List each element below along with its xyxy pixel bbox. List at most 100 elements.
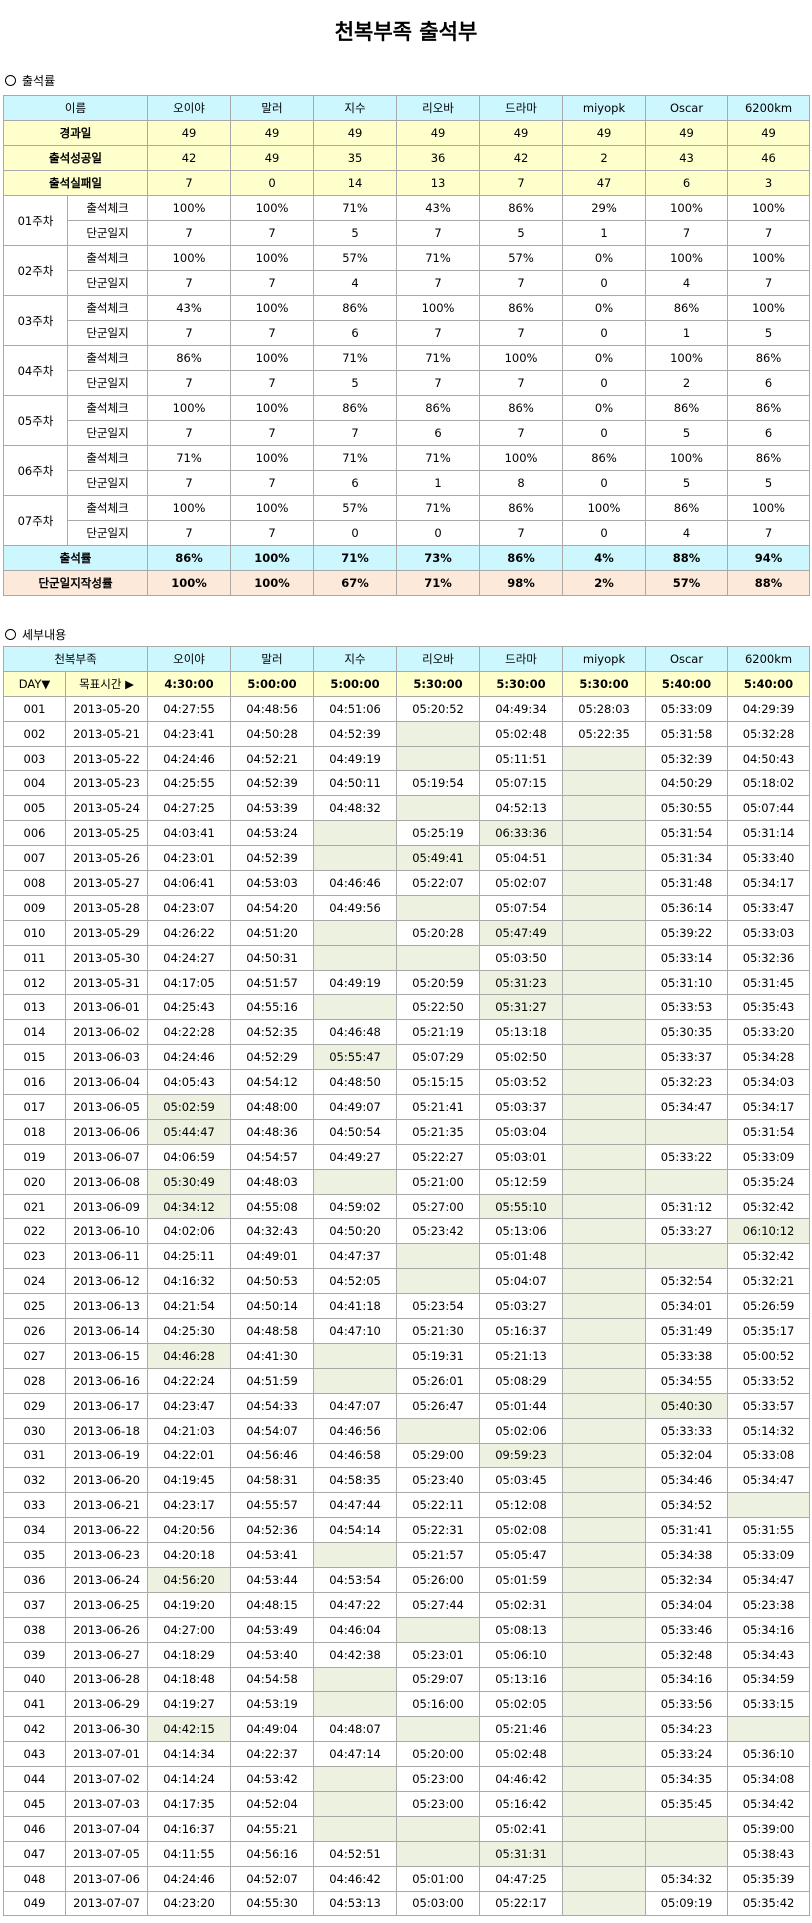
detail-row: 021 2013-06-09 04:34:12 04:55:08 04:59:02 05:… xyxy=(3,1193,811,1220)
diary-cell: 1 xyxy=(562,220,647,246)
day-number: 003 xyxy=(3,745,66,772)
summary-stat-row: 경과일 49 49 49 49 49 49 49 49 xyxy=(2,120,811,146)
time-cell: 05:31:45 xyxy=(727,969,811,996)
time-cell: 04:49:04 xyxy=(230,1716,315,1743)
week-diary-row: 단군일지 7 7 0 0 7 0 4 7 xyxy=(4,520,811,546)
time-cell: 05:32:34 xyxy=(645,1566,729,1593)
time-cell xyxy=(562,944,647,971)
time-cell: 04:55:08 xyxy=(230,1193,315,1220)
time-cell xyxy=(562,1367,647,1394)
time-cell xyxy=(562,894,647,921)
detail-row: 048 2013-07-06 04:24:46 04:52:07 04:46:42 05:… xyxy=(3,1865,811,1892)
time-cell: 04:24:46 xyxy=(147,1865,232,1892)
time-cell: 05:34:16 xyxy=(645,1666,729,1693)
target-time-cell: 5:40:00 xyxy=(645,670,729,697)
member-header: 리오바 xyxy=(396,646,481,672)
diary-cell: 5 xyxy=(313,220,398,246)
time-cell: 04:52:21 xyxy=(230,745,315,772)
detail-row: 015 2013-06-03 04:24:46 04:52:29 05:55:47 05:… xyxy=(3,1044,811,1071)
time-cell xyxy=(562,969,647,996)
diary-cell: 7 xyxy=(147,220,232,246)
time-cell: 05:33:52 xyxy=(727,1367,811,1394)
time-cell: 05:32:54 xyxy=(645,1268,729,1295)
time-cell: 05:34:23 xyxy=(645,1716,729,1743)
time-cell: 05:28:03 xyxy=(562,695,647,722)
time-cell: 04:50:53 xyxy=(230,1268,315,1295)
date-cell: 2013-06-30 xyxy=(64,1716,149,1743)
diary-cell: 7 xyxy=(645,220,729,246)
date-cell: 2013-05-30 xyxy=(64,944,149,971)
date-cell: 2013-06-18 xyxy=(64,1417,149,1444)
date-cell: 2013-06-07 xyxy=(64,1143,149,1170)
time-cell: 05:22:50 xyxy=(396,994,481,1021)
date-cell: 2013-06-08 xyxy=(64,1168,149,1195)
date-cell: 2013-06-12 xyxy=(64,1268,149,1295)
detail-row: 019 2013-06-07 04:06:59 04:54:57 04:49:27 05:… xyxy=(3,1143,811,1170)
time-cell: 05:31:10 xyxy=(645,969,729,996)
time-cell: 05:18:02 xyxy=(727,770,811,797)
time-cell: 05:03:00 xyxy=(396,1890,481,1917)
time-cell: 04:58:31 xyxy=(230,1467,315,1494)
time-cell: 05:34:47 xyxy=(727,1566,811,1593)
check-cell: 100% xyxy=(147,245,232,271)
week-diary-row: 단군일지 7 7 4 7 7 0 4 7 xyxy=(4,270,811,296)
check-cell: 100% xyxy=(727,245,811,271)
time-cell: 04:25:30 xyxy=(147,1318,232,1344)
week-label: 07주차 xyxy=(3,495,68,546)
diary-cell: 7 xyxy=(479,520,564,546)
time-cell: 05:02:06 xyxy=(479,1417,564,1444)
time-cell: 05:11:51 xyxy=(479,745,564,772)
time-cell: 05:33:38 xyxy=(645,1342,729,1369)
time-cell xyxy=(562,1218,647,1245)
time-cell: 04:22:28 xyxy=(147,1019,232,1046)
completion-cell: 71% xyxy=(396,570,481,596)
date-cell: 2013-06-29 xyxy=(64,1691,149,1718)
week-check-row: 03주차 출석체크 43% 100% 86% 100% 86% 0% 86% 100% xyxy=(3,295,811,346)
time-cell: 04:02:06 xyxy=(147,1218,232,1245)
day-number: 011 xyxy=(3,944,66,971)
date-cell: 2013-05-22 xyxy=(64,745,149,772)
time-cell: 05:33:14 xyxy=(645,944,729,971)
diary-label: 단군일지 xyxy=(66,270,149,296)
stat-label: 경과일 xyxy=(2,120,149,146)
diary-cell: 7 xyxy=(727,520,811,546)
rate-cell: 73% xyxy=(396,545,481,571)
week-check-row: 07주차 출석체크 100% 100% 57% 71% 86% 100% 86% 100% xyxy=(3,495,811,546)
time-cell: 04:50:31 xyxy=(230,944,315,971)
time-cell: 04:46:42 xyxy=(313,1865,398,1892)
detail-row: 030 2013-06-18 04:21:03 04:54:07 04:46:56 05:… xyxy=(3,1417,811,1444)
time-cell: 05:34:52 xyxy=(645,1492,729,1519)
time-cell: 04:47:37 xyxy=(313,1243,398,1270)
time-cell: 05:33:09 xyxy=(645,695,729,722)
time-cell xyxy=(562,994,647,1021)
date-cell: 2013-05-31 xyxy=(64,969,149,996)
time-cell: 04:50:11 xyxy=(313,770,398,797)
time-cell: 04:27:55 xyxy=(147,695,232,722)
time-cell: 05:36:10 xyxy=(727,1741,811,1768)
time-cell: 04:24:46 xyxy=(147,1044,232,1071)
date-cell: 2013-06-06 xyxy=(64,1118,149,1145)
check-label: 출석체크 xyxy=(66,245,149,271)
time-cell: 05:21:46 xyxy=(479,1716,564,1743)
time-cell: 04:52:13 xyxy=(479,795,564,822)
diary-cell: 5 xyxy=(645,470,729,496)
check-cell: 100% xyxy=(479,345,564,371)
time-cell: 04:50:20 xyxy=(313,1218,398,1245)
time-cell: 05:34:17 xyxy=(727,1094,811,1120)
detail-row: 004 2013-05-23 04:25:55 04:52:39 04:50:11 05:… xyxy=(3,770,811,797)
day-number: 031 xyxy=(3,1442,66,1469)
diary-cell: 0 xyxy=(396,520,481,546)
detail-table: 천복부족 오이야 말러 지수 리오바 드라마 miyopk Oscar 6200km DAY▼ 목표… xyxy=(2,646,811,1917)
time-cell xyxy=(396,720,481,747)
stat-cell: 14 xyxy=(313,170,398,196)
member-header: 말러 xyxy=(230,95,315,121)
time-cell: 05:12:08 xyxy=(479,1492,564,1519)
day-number: 013 xyxy=(3,994,66,1021)
time-cell: 04:50:28 xyxy=(230,720,315,747)
time-cell: 05:31:27 xyxy=(479,994,564,1021)
time-cell xyxy=(562,1815,647,1842)
day-number: 024 xyxy=(3,1268,66,1295)
time-cell: 05:26:01 xyxy=(396,1367,481,1394)
time-cell: 05:03:27 xyxy=(479,1293,564,1320)
time-cell: 04:48:36 xyxy=(230,1118,315,1145)
